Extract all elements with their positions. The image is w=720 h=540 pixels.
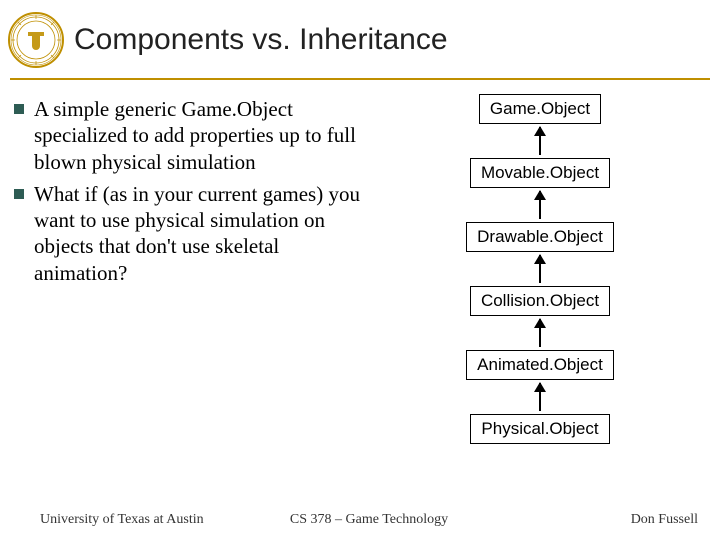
arrow-up-icon [450, 188, 630, 222]
arrow-up-icon [450, 252, 630, 286]
slide-footer: University of Texas at Austin CS 378 – G… [0, 512, 720, 528]
bullet-icon [14, 104, 24, 114]
list-item: A simple generic Game.Object specialized… [12, 96, 372, 175]
list-item: What if (as in your current games) you w… [12, 181, 372, 286]
arrow-up-icon [450, 380, 630, 414]
arrow-up-icon [450, 316, 630, 350]
bullet-text: What if (as in your current games) you w… [34, 181, 372, 286]
class-node: Collision.Object [470, 286, 610, 316]
class-node: Physical.Object [470, 414, 609, 444]
slide-title: Components vs. Inheritance [74, 23, 448, 57]
bullet-icon [14, 189, 24, 199]
footer-left: University of Texas at Austin [40, 512, 259, 528]
slide-body: A simple generic Game.Object specialized… [0, 80, 720, 480]
ut-seal-icon [8, 12, 64, 68]
footer-center: CS 378 – Game Technology [259, 512, 478, 528]
slide-header: Components vs. Inheritance [0, 0, 720, 68]
class-node: Game.Object [479, 94, 601, 124]
class-node: Movable.Object [470, 158, 610, 188]
bullet-text: A simple generic Game.Object specialized… [34, 96, 372, 175]
inheritance-diagram: Game.Object Movable.Object Drawable.Obje… [372, 90, 708, 480]
bullet-list: A simple generic Game.Object specialized… [12, 90, 372, 480]
footer-right: Don Fussell [479, 512, 698, 528]
class-chain: Game.Object Movable.Object Drawable.Obje… [450, 94, 630, 444]
class-node: Drawable.Object [466, 222, 614, 252]
arrow-up-icon [450, 124, 630, 158]
class-node: Animated.Object [466, 350, 614, 380]
